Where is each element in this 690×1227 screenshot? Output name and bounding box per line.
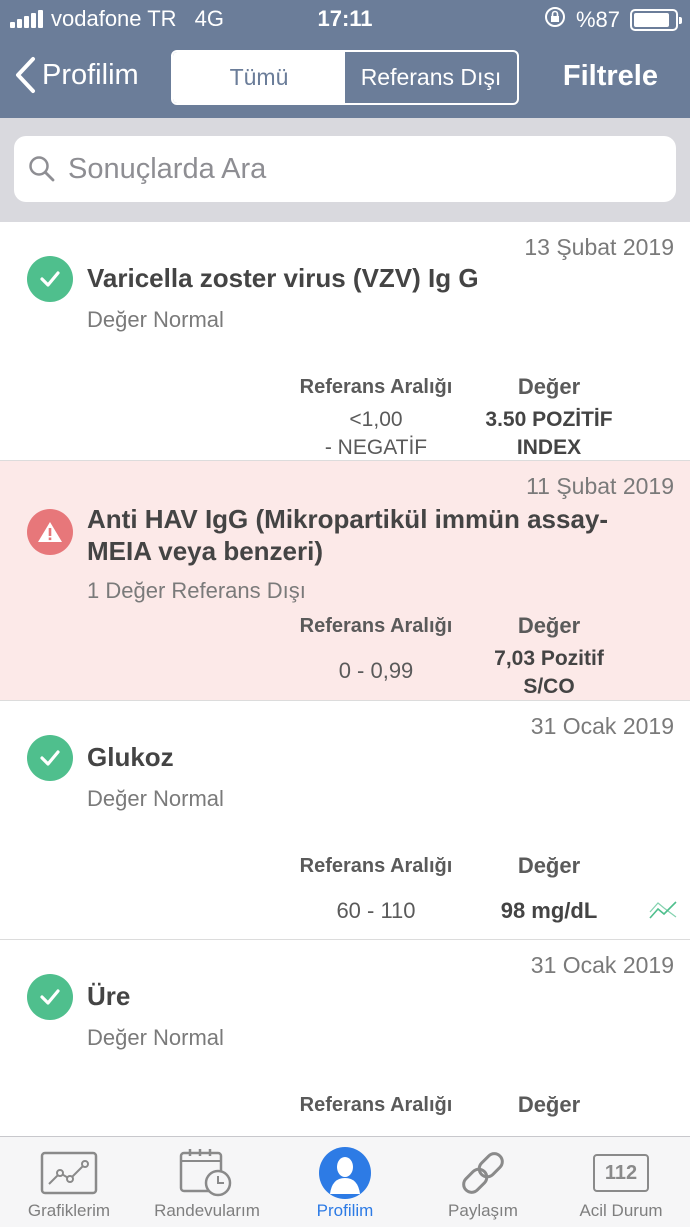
search-input[interactable] — [68, 152, 628, 186]
reference-range-header: Referans Aralığı — [299, 376, 453, 398]
status-bar: vodafone TR 4G 17:11 %87 — [0, 0, 690, 38]
result-title-line-1: Anti HAV IgG (Mikropartikül immün assay- — [87, 504, 609, 534]
calendar-icon — [178, 1145, 236, 1201]
value-line-1: 3.50 POZİTİF — [485, 408, 613, 431]
tab-randevularim[interactable]: Randevularım — [138, 1137, 276, 1227]
reference-range-header: Referans Aralığı — [299, 1094, 453, 1116]
emergency-number: 112 — [593, 1154, 649, 1192]
reference-range: 60 - 110 — [336, 898, 416, 923]
result-date: 11 Şubat 2019 — [526, 473, 674, 499]
status-right: %87 — [544, 6, 682, 34]
reference-range-header: Referans Aralığı — [299, 855, 453, 877]
result-item-anti-hav[interactable]: 11 Şubat 2019 Anti HAV IgG (Mikropartikü… — [0, 461, 690, 701]
back-label: Profilim — [42, 58, 139, 91]
result-date: 31 Ocak 2019 — [530, 952, 674, 978]
value-header: Değer — [517, 853, 581, 878]
orientation-lock-icon — [544, 6, 566, 34]
segmented-control: Tümü Referans Dışı — [171, 50, 519, 105]
battery-percent: %87 — [575, 7, 620, 32]
tab-bar: Grafiklerim Randevularım Profilim Paylaş… — [0, 1136, 690, 1227]
tab-profilim[interactable]: Profilim — [276, 1137, 414, 1227]
battery-icon — [630, 9, 682, 31]
chevron-left-icon — [16, 57, 35, 93]
chart-icon — [40, 1145, 98, 1201]
reference-range-line-1: <1,00 — [349, 408, 403, 431]
tab-grafiklerim[interactable]: Grafiklerim — [0, 1137, 138, 1227]
value-header: Değer — [517, 613, 581, 638]
result-item-glukoz[interactable]: 31 Ocak 2019 Glukoz Değer Normal Referan… — [0, 701, 690, 940]
search-box — [14, 136, 676, 202]
value-header: Değer — [517, 1092, 581, 1117]
result-status: Değer Normal — [87, 307, 224, 332]
navigation-bar: Profilim Tümü Referans Dışı Filtrele — [0, 38, 690, 118]
back-button[interactable]: Profilim — [14, 56, 139, 94]
reference-range-line-2: - NEGATİF — [324, 436, 428, 459]
profile-icon — [317, 1145, 373, 1201]
result-date: 31 Ocak 2019 — [530, 713, 674, 739]
emergency-icon: 112 — [593, 1145, 649, 1201]
link-icon — [455, 1145, 511, 1201]
value-line-2: S/CO — [523, 675, 575, 698]
search-bar — [0, 118, 690, 222]
tab-label: Grafiklerim — [27, 1201, 111, 1220]
tab-label: Paylaşım — [448, 1201, 518, 1220]
search-icon — [29, 156, 55, 182]
result-value: 98 mg/dL — [500, 898, 598, 923]
tab-acil-durum[interactable]: 112 Acil Durum — [552, 1137, 690, 1227]
results-list: 13 Şubat 2019 Varicella zoster virus (VZ… — [0, 222, 690, 1136]
tab-label: Acil Durum — [579, 1201, 663, 1220]
filter-button[interactable]: Filtrele — [563, 60, 658, 93]
warning-icon — [27, 509, 73, 555]
check-icon — [27, 735, 73, 781]
tab-label: Profilim — [316, 1201, 374, 1220]
result-item-ure[interactable]: 31 Ocak 2019 Üre Değer Normal Referans A… — [0, 940, 690, 1136]
value-line-2: INDEX — [516, 436, 582, 459]
result-title-line-2: MEIA veya benzeri) — [87, 536, 324, 566]
result-date: 13 Şubat 2019 — [524, 234, 674, 260]
value-header: Değer — [517, 374, 581, 399]
value-line-1: 7,03 Pozitif — [494, 647, 604, 670]
result-title: Üre — [87, 981, 131, 1011]
segment-all[interactable]: Tümü — [173, 52, 345, 103]
battery-fill — [634, 13, 669, 27]
check-icon — [27, 974, 73, 1020]
result-status: 1 Değer Referans Dışı — [87, 578, 306, 603]
result-title: Varicella zoster virus (VZV) Ig G — [87, 263, 479, 293]
reference-range-header: Referans Aralığı — [299, 615, 453, 637]
tab-paylasim[interactable]: Paylaşım — [414, 1137, 552, 1227]
result-title: Glukoz — [87, 742, 174, 772]
tab-label: Randevularım — [154, 1201, 260, 1220]
segment-out-of-reference[interactable]: Referans Dışı — [345, 52, 517, 103]
result-status: Değer Normal — [87, 786, 224, 811]
trend-chart-icon[interactable] — [648, 898, 678, 927]
reference-range: 0 - 0,99 — [338, 658, 414, 683]
result-item-vzv[interactable]: 13 Şubat 2019 Varicella zoster virus (VZ… — [0, 222, 690, 461]
check-icon — [27, 256, 73, 302]
result-status: Değer Normal — [87, 1025, 224, 1050]
